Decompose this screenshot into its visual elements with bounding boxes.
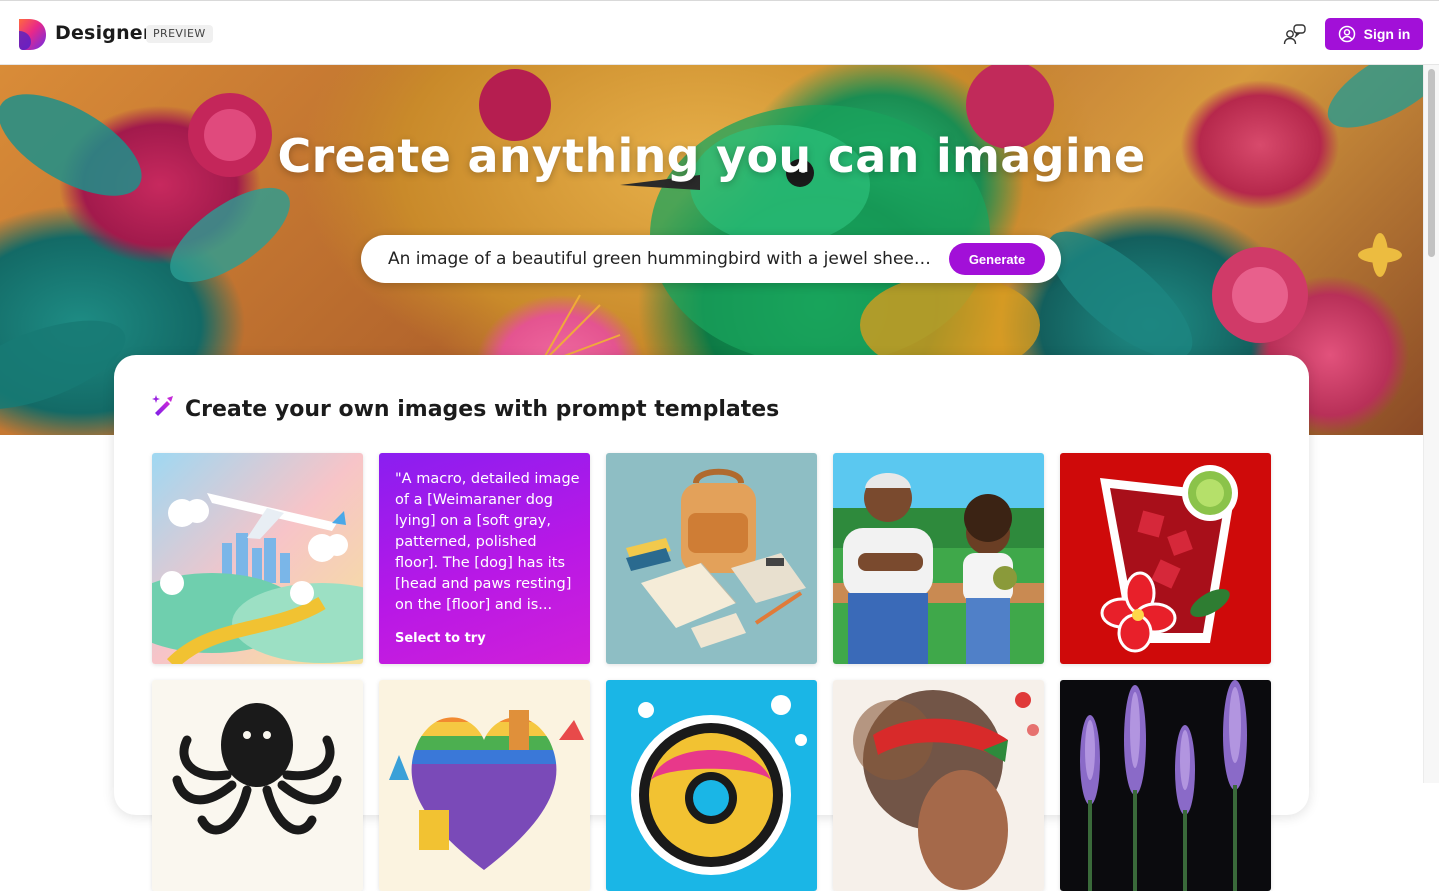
- page-scrollbar[interactable]: [1423, 65, 1439, 783]
- hero-title: Create anything you can imagine: [277, 129, 1146, 183]
- lupine-flowers-image: [1060, 680, 1271, 891]
- sign-in-button[interactable]: Sign in: [1325, 18, 1423, 50]
- template-tile-lupine-flowers[interactable]: [1060, 680, 1271, 891]
- prompt-text-card: "A macro, detailed image of a [Weimarane…: [379, 453, 590, 664]
- top-header: Designer PREVIEW Sign in: [0, 0, 1439, 65]
- template-tile-rainbow-heart[interactable]: [379, 680, 590, 891]
- template-tile-watercolor-woman[interactable]: [833, 680, 1044, 891]
- airplane-city-image: [152, 453, 363, 664]
- template-tile-airplane-city[interactable]: [152, 453, 363, 664]
- select-to-try-label: Select to try: [395, 631, 486, 646]
- prompt-input[interactable]: [388, 247, 933, 271]
- templates-title: Create your own images with prompt templ…: [185, 397, 780, 422]
- user-circle-icon: [1338, 25, 1355, 43]
- designer-logo-icon[interactable]: [17, 17, 47, 51]
- magic-wand-icon: [152, 395, 173, 416]
- backpack-supplies-image: [606, 453, 817, 664]
- watercolor-woman-image: [833, 680, 1044, 891]
- template-tile-backpack[interactable]: [606, 453, 817, 664]
- prompt-quote: "A macro, detailed image of a [Weimarane…: [395, 471, 580, 613]
- scrollbar-thumb[interactable]: [1428, 69, 1435, 257]
- octopus-ink-image: [152, 680, 363, 891]
- generate-button[interactable]: Generate: [949, 243, 1045, 275]
- red-drink-hibiscus-image: [1060, 453, 1271, 664]
- template-tile-red-drink[interactable]: [1060, 453, 1271, 664]
- community-icon[interactable]: [1282, 22, 1308, 48]
- sign-in-label: Sign in: [1363, 26, 1411, 42]
- templates-panel: Create your own images with prompt templ…: [114, 355, 1309, 891]
- template-tile-prompt-text[interactable]: "A macro, detailed image of a [Weimarane…: [379, 453, 590, 664]
- donut-splash-image: [606, 680, 817, 891]
- template-tile-octopus[interactable]: [152, 680, 363, 891]
- prompt-box: Generate: [361, 235, 1061, 283]
- template-tile-baseball[interactable]: [833, 453, 1044, 664]
- preview-badge: PREVIEW: [146, 25, 213, 43]
- template-tile-donut[interactable]: [606, 680, 817, 891]
- brand-name[interactable]: Designer: [55, 22, 152, 44]
- baseball-grandpa-girl-image: [833, 453, 1044, 664]
- rainbow-heart-image: [379, 680, 590, 891]
